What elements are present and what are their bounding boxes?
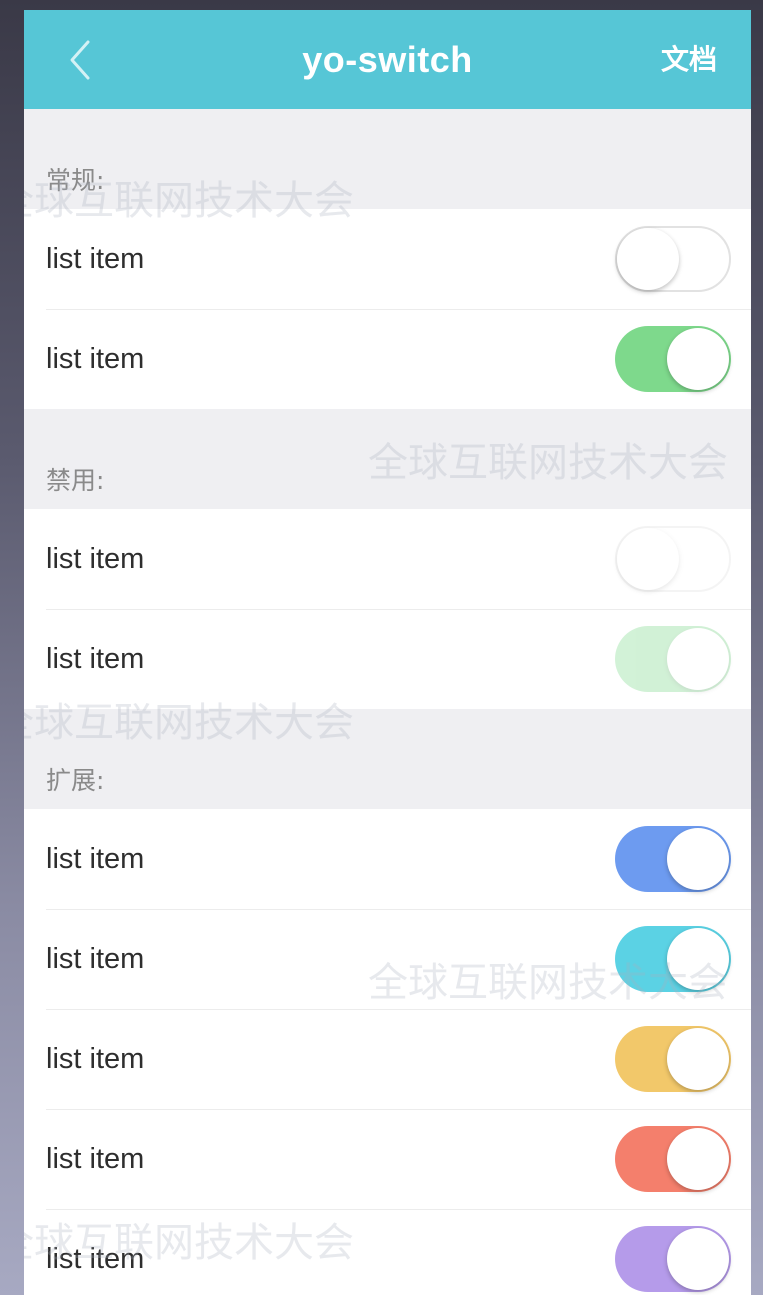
- list-item: list item: [24, 1209, 751, 1295]
- docs-link[interactable]: 文档: [661, 10, 717, 109]
- toggle-switch-yellow[interactable]: [615, 1026, 731, 1092]
- toggle-switch-red[interactable]: [615, 1126, 731, 1192]
- section-heading-disabled: 禁用:: [46, 466, 105, 495]
- list-item-label: list item: [46, 943, 145, 975]
- list-item-label: list item: [46, 343, 145, 375]
- nav-bar: yo-switch 文档: [24, 10, 751, 109]
- page-title: yo-switch: [302, 39, 473, 80]
- list-item: list item: [24, 509, 751, 609]
- list-item-label: list item: [46, 843, 145, 875]
- toggle-switch-cyan[interactable]: [615, 926, 731, 992]
- list-item-label: list item: [46, 1043, 145, 1075]
- list-extended: list item list item list item list item …: [24, 809, 751, 1295]
- toggle-switch[interactable]: [615, 326, 731, 392]
- switch-knob: [617, 228, 679, 290]
- list-item-label: list item: [46, 1143, 145, 1175]
- list-item: list item: [24, 609, 751, 709]
- list-item-label: list item: [46, 543, 145, 575]
- list-item: list item: [24, 909, 751, 1009]
- app-screen: yo-switch 文档 常规: list item list item 禁用:…: [24, 10, 751, 1295]
- switch-knob: [667, 928, 729, 990]
- toggle-switch[interactable]: [615, 226, 731, 292]
- switch-knob: [667, 828, 729, 890]
- switch-knob: [667, 1228, 729, 1290]
- toggle-switch-blue[interactable]: [615, 826, 731, 892]
- toggle-switch-disabled: [615, 526, 731, 592]
- list-item: list item: [24, 1009, 751, 1109]
- switch-knob: [667, 1028, 729, 1090]
- section-heading-extended: 扩展:: [46, 766, 105, 795]
- switch-knob: [667, 1128, 729, 1190]
- toggle-switch-disabled: [615, 626, 731, 692]
- toggle-switch-purple[interactable]: [615, 1226, 731, 1292]
- list-item: list item: [24, 809, 751, 909]
- list-item: list item: [24, 209, 751, 309]
- switch-knob: [667, 328, 729, 390]
- section-heading-regular: 常规:: [46, 166, 105, 195]
- list-regular: list item list item: [24, 209, 751, 409]
- list-item-label: list item: [46, 243, 145, 275]
- switch-knob: [667, 628, 729, 690]
- list-disabled: list item list item: [24, 509, 751, 709]
- list-item: list item: [24, 1109, 751, 1209]
- switch-knob: [617, 528, 679, 590]
- list-item-label: list item: [46, 643, 145, 675]
- list-item-label: list item: [46, 1243, 145, 1275]
- list-item: list item: [24, 309, 751, 409]
